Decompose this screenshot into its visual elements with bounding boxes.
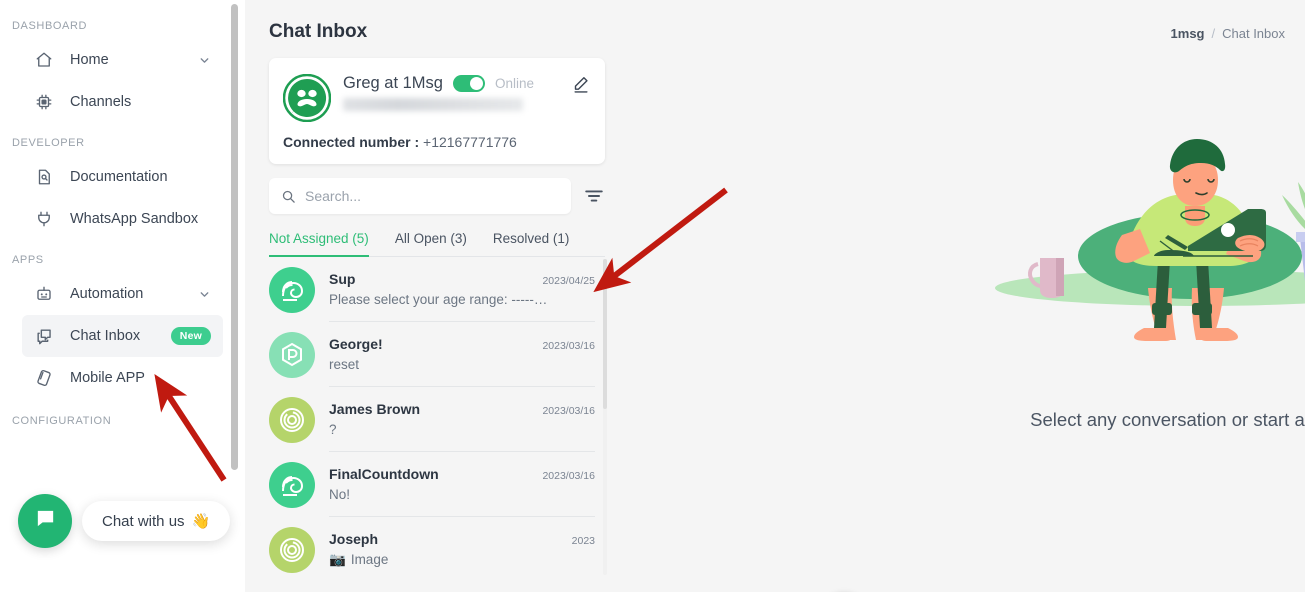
- sidebar-item-label: WhatsApp Sandbox: [70, 211, 199, 227]
- conversation-avatar: [269, 526, 315, 573]
- conversation-date: 2023/03/16: [542, 470, 595, 482]
- conversation-snippet: Image: [350, 552, 389, 567]
- conversation-name: James Brown: [329, 401, 421, 417]
- breadcrumb: 1msg / Chat Inbox: [1171, 26, 1285, 41]
- conversation-snippet: No!: [329, 487, 351, 502]
- online-toggle[interactable]: [452, 75, 485, 92]
- sidebar-item-label: Home: [70, 52, 109, 68]
- sidebar-group-label-configuration: CONFIGURATION: [12, 415, 112, 427]
- account-name: Greg at 1Msg: [343, 74, 443, 92]
- search-icon: [281, 189, 296, 204]
- chat-launcher-button[interactable]: [18, 494, 72, 548]
- conversation-name: George!: [329, 336, 383, 352]
- mobile-icon: [34, 368, 54, 388]
- sidebar-item-home[interactable]: Home: [22, 39, 223, 81]
- conversation-scrollbar-thumb[interactable]: [603, 259, 607, 409]
- connected-number-row: Connected number : +12167771776: [283, 134, 589, 150]
- chevron-down-icon[interactable]: [198, 288, 211, 301]
- pencil-icon[interactable]: [571, 74, 591, 94]
- conversation-snippet: ?: [329, 422, 337, 437]
- search-input[interactable]: [305, 188, 559, 204]
- list-item[interactable]: FinalCountdown 2023/03/16 No!: [269, 452, 609, 517]
- waving-hand-icon: 👋: [191, 513, 211, 530]
- conversation-date: 2023/03/16: [542, 405, 595, 417]
- sidebar-item-automation[interactable]: Automation: [22, 273, 223, 315]
- chevron-down-icon[interactable]: [198, 54, 211, 67]
- conversation-avatar: [269, 396, 315, 443]
- list-item[interactable]: Sup 2023/04/25 Please select your age ra…: [269, 257, 609, 322]
- search-row: [269, 178, 605, 214]
- home-icon: [34, 50, 54, 70]
- breadcrumb-separator: /: [1211, 26, 1216, 41]
- main-content: Chat Inbox 1msg / Chat Inbox Greg at 1Ms…: [245, 0, 1305, 592]
- conversation-name: FinalCountdown: [329, 466, 439, 482]
- sidebar-item-mobile-app[interactable]: Mobile APP: [22, 357, 223, 399]
- sidebar-item-label: Documentation: [70, 169, 168, 185]
- conversation-name: Sup: [329, 271, 356, 287]
- breadcrumb-current: Chat Inbox: [1222, 26, 1285, 41]
- tab-all-open[interactable]: All Open (3): [395, 227, 467, 257]
- sidebar-group-label-developer: DEVELOPER: [12, 137, 85, 149]
- chat-icon: [34, 326, 54, 346]
- tab-not-assigned[interactable]: Not Assigned (5): [269, 227, 369, 257]
- sidebar-item-label: Channels: [70, 94, 132, 110]
- document-icon: [34, 167, 54, 187]
- conversation-date: 2023/04/25: [542, 275, 595, 287]
- list-item[interactable]: James Brown 2023/03/16 ?: [269, 387, 609, 452]
- avatar: [282, 73, 332, 123]
- chat-with-us-label: Chat with us: [102, 512, 185, 530]
- sidebar-group-label-apps: APPS: [12, 254, 44, 266]
- status-badge-new: New: [170, 327, 211, 345]
- conversation-list: Sup 2023/04/25 Please select your age ra…: [269, 257, 609, 577]
- conversation-date: 2023: [571, 534, 595, 547]
- list-item[interactable]: George! 2023/03/16 reset: [269, 322, 609, 387]
- sidebar-item-whatsapp-sandbox[interactable]: WhatsApp Sandbox: [22, 198, 223, 240]
- account-status: Online: [494, 76, 534, 91]
- camera-icon: 📷: [329, 551, 346, 567]
- breadcrumb-root[interactable]: 1msg: [1171, 26, 1205, 41]
- empty-state-message: Select any conversation or start a new o…: [1030, 409, 1305, 430]
- plug-icon: [34, 209, 54, 229]
- page-title: Chat Inbox: [269, 21, 368, 42]
- account-card: Greg at 1Msg Online Connected number : +…: [269, 58, 605, 164]
- sidebar-item-label: Mobile APP: [70, 370, 145, 386]
- sidebar-item-chat-inbox[interactable]: Chat Inbox New: [22, 315, 223, 357]
- chat-bubble-icon: [34, 507, 57, 535]
- chip-icon: [34, 92, 54, 112]
- sidebar: DASHBOARD Home Channels DEVELOPER Docume…: [0, 0, 245, 592]
- search-box[interactable]: [269, 178, 571, 214]
- sidebar-item-channels[interactable]: Channels: [22, 81, 223, 123]
- conversation-snippet: reset: [329, 357, 360, 372]
- sidebar-item-documentation[interactable]: Documentation: [22, 156, 223, 198]
- list-item[interactable]: Joseph 2023 📷 Image: [269, 517, 609, 577]
- inbox-tabs: Not Assigned (5) All Open (3) Resolved (…: [269, 227, 605, 257]
- sidebar-group-label-dashboard: DASHBOARD: [12, 20, 88, 32]
- conversation-avatar: [269, 331, 315, 378]
- connected-number-value: +12167771776: [423, 134, 517, 150]
- empty-state-illustration: [980, 60, 1305, 395]
- inbox-column: Greg at 1Msg Online Connected number : +…: [269, 58, 849, 592]
- sidebar-scrollbar[interactable]: [231, 4, 238, 470]
- conversation-avatar: [269, 461, 315, 508]
- filter-icon[interactable]: [583, 185, 605, 207]
- sidebar-item-label: Chat Inbox: [70, 328, 141, 344]
- chat-with-us-widget[interactable]: Chat with us 👋: [18, 494, 231, 548]
- tab-resolved[interactable]: Resolved (1): [493, 227, 570, 257]
- conversation-date: 2023/03/16: [542, 340, 595, 352]
- conversation-avatar: [269, 266, 315, 313]
- connected-number-label: Connected number :: [283, 134, 420, 150]
- account-email-redacted: [343, 98, 523, 111]
- conversation-name: Joseph: [329, 530, 379, 547]
- sidebar-item-label: Automation: [70, 286, 144, 302]
- chat-with-us-pill[interactable]: Chat with us 👋: [82, 501, 231, 541]
- robot-icon: [34, 284, 54, 304]
- empty-state: Select any conversation or start a new o…: [865, 60, 1305, 460]
- conversation-snippet: Please select your age range: -----…: [329, 292, 548, 307]
